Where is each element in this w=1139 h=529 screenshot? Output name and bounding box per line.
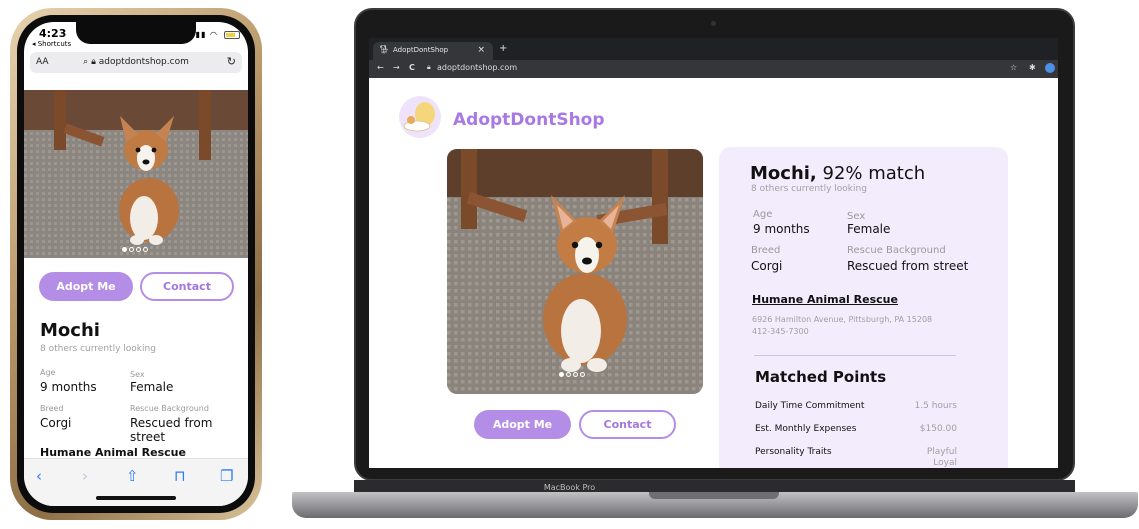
site-logo[interactable] [399, 96, 441, 138]
extensions-icon[interactable]: ✱ [1029, 63, 1036, 72]
brand-name[interactable]: AdoptDontShop [453, 110, 605, 130]
shelter-phone: 412-345-7300 [752, 327, 809, 336]
shelter-address: 6926 Hamilton Avenue, Pittsburgh, PA 152… [752, 315, 933, 324]
sex-value: Female [130, 380, 174, 394]
carousel-dot[interactable] [129, 247, 134, 252]
tab-title: AdoptDontShop [393, 46, 449, 54]
search-icon: ⌕ [83, 57, 89, 67]
match-percent: 92% match [822, 163, 926, 184]
phone-notch [76, 22, 196, 44]
sex-label: Sex [130, 370, 145, 379]
matched-points-heading: Matched Points [755, 368, 887, 386]
contact-button[interactable]: Contact [579, 410, 676, 439]
divider [754, 355, 956, 356]
pet-details-card: Mochi, 92% match 8 others currently look… [719, 147, 1008, 468]
carousel-dot[interactable] [559, 372, 564, 377]
carousel-dot[interactable] [566, 372, 571, 377]
profile-avatar[interactable] [1045, 63, 1055, 73]
browser-url[interactable]: adoptdontshop.com [437, 63, 517, 72]
browser-tab-bar: 🐕︎ AdoptDontShop × + [369, 38, 1058, 60]
phone-address-bar[interactable]: AA ⌕ 🔒︎ adoptdontshop.com ↻ [30, 52, 242, 73]
rescue-label: Rescue Background [130, 404, 209, 413]
pet-name: Mochi [40, 320, 100, 341]
home-indicator [96, 496, 176, 500]
pet-photo[interactable] [447, 149, 703, 394]
back-icon[interactable]: ← [377, 63, 384, 72]
pet-title: Mochi, 92% match [750, 163, 925, 184]
contact-button[interactable]: Contact [140, 272, 234, 301]
carousel-dot[interactable] [143, 247, 148, 252]
camera-icon [711, 21, 716, 26]
breed-label: Breed [751, 245, 781, 256]
device-label: MacBook Pro [543, 483, 596, 492]
star-icon[interactable]: ☆ [1010, 63, 1017, 72]
matched-row: Est. Monthly Expenses $150.00 [755, 424, 957, 434]
pet-photo[interactable] [24, 90, 248, 258]
carousel-dot[interactable] [122, 247, 127, 252]
reload-icon[interactable]: ↻ [227, 55, 236, 68]
age-label: Age [753, 209, 773, 220]
rescue-value: Rescued from street [847, 259, 969, 273]
signal-wifi-icon: ▮▮ ◠ [195, 30, 218, 39]
carousel-dots[interactable] [559, 372, 585, 377]
new-tab-button[interactable]: + [499, 43, 507, 54]
forward-icon[interactable]: → [393, 63, 400, 72]
lock-icon: 🔒︎ [91, 57, 96, 67]
looking-count: 8 others currently looking [40, 344, 156, 354]
shelter-link[interactable]: Humane Animal Rescue [752, 293, 898, 306]
matched-row: Personality Traits Playful Loyal [755, 447, 957, 468]
carousel-dots[interactable] [122, 247, 148, 252]
status-time: 4:23 [39, 27, 67, 40]
rescue-label: Rescue Background [847, 245, 946, 256]
browser-tab[interactable]: 🐕︎ AdoptDontShop × [373, 42, 493, 60]
pet-name: Mochi, [750, 163, 817, 184]
carousel-dot[interactable] [136, 247, 141, 252]
age-value: 9 months [40, 380, 97, 394]
breed-label: Breed [40, 404, 64, 413]
close-icon[interactable]: × [477, 45, 485, 55]
rescue-value: Rescued from street [130, 416, 213, 444]
laptop-screen: 🐕︎ AdoptDontShop × + ← → C 🔒︎ adoptdonts… [369, 38, 1058, 468]
sex-value: Female [847, 222, 891, 236]
status-back-link[interactable]: ◂ Shortcuts [32, 40, 71, 48]
favicon-icon: 🐕︎ [379, 45, 390, 54]
laptop-hinge [649, 492, 779, 499]
age-value: 9 months [753, 222, 810, 236]
browser-address-bar: ← → C 🔒︎ adoptdontshop.com ☆ ✱ [369, 60, 1058, 78]
lock-icon: 🔒︎ [427, 63, 431, 71]
adopt-me-button[interactable]: Adopt Me [39, 272, 133, 301]
phone-screen: 4:23 ◂ Shortcuts ▮▮ ◠ AA ⌕ 🔒︎ adoptdonts… [24, 22, 248, 506]
adopt-me-button[interactable]: Adopt Me [474, 410, 571, 439]
breed-value: Corgi [751, 259, 783, 273]
matched-row: Daily Time Commitment 1.5 hours [755, 401, 957, 411]
age-label: Age [40, 368, 56, 377]
carousel-dot[interactable] [573, 372, 578, 377]
phone-url: adoptdontshop.com [98, 57, 189, 67]
battery-icon [224, 31, 240, 39]
breed-value: Corgi [40, 416, 72, 430]
reload-icon[interactable]: C [409, 63, 415, 72]
carousel-dot[interactable] [580, 372, 585, 377]
looking-count: 8 others currently looking [751, 184, 867, 194]
sex-label: Sex [847, 211, 866, 222]
